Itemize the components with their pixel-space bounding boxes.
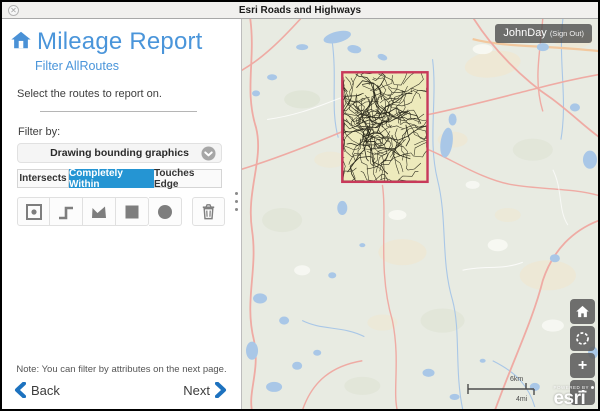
home-button[interactable] bbox=[570, 299, 595, 324]
user-name: JohnDay bbox=[503, 27, 546, 39]
polyline-icon bbox=[56, 202, 76, 222]
map-canvas[interactable] bbox=[242, 19, 598, 409]
draw-polyline-tool[interactable] bbox=[50, 197, 83, 226]
draw-circle-tool[interactable] bbox=[149, 197, 182, 226]
draw-rectangle-tool[interactable] bbox=[116, 197, 149, 226]
window-title: Esri Roads and Highways bbox=[2, 5, 598, 16]
circle-icon bbox=[155, 202, 175, 222]
tab-touches-edge[interactable]: Touches Edge bbox=[154, 169, 222, 188]
title-bar: ✕ Esri Roads and Highways bbox=[2, 2, 598, 19]
trash-icon bbox=[199, 202, 218, 221]
next-button[interactable]: Next bbox=[183, 382, 227, 398]
dropdown-selected-value: Drawing bounding graphics bbox=[50, 147, 189, 159]
next-label: Next bbox=[183, 383, 210, 398]
draw-point-tool[interactable] bbox=[17, 197, 50, 226]
chevron-right-icon bbox=[215, 382, 227, 398]
tab-completely-within[interactable]: Completely Within bbox=[69, 169, 154, 188]
zoom-in-button[interactable]: + bbox=[570, 353, 595, 378]
mileage-report-panel: Mileage Report Filter AllRoutes Select t… bbox=[2, 19, 242, 409]
app-window: ✕ Esri Roads and Highways Mileage Report… bbox=[0, 0, 600, 411]
rectangle-icon bbox=[122, 202, 142, 222]
spatial-relation-tabs: Intersects Completely Within Touches Edg… bbox=[17, 169, 222, 188]
note-text: Note: You can filter by attributes on th… bbox=[2, 364, 241, 375]
home-map-icon bbox=[575, 304, 590, 319]
chevron-left-icon bbox=[14, 382, 26, 398]
locate-button[interactable] bbox=[570, 326, 595, 351]
clear-graphics-tool[interactable] bbox=[192, 197, 225, 226]
locate-icon bbox=[574, 330, 591, 347]
sign-out-label: (Sign Out) bbox=[550, 29, 584, 38]
tab-intersects[interactable]: Intersects bbox=[17, 169, 69, 188]
back-button[interactable]: Back bbox=[14, 382, 60, 398]
plus-icon: + bbox=[578, 357, 587, 375]
divider bbox=[40, 111, 197, 112]
map-container: JohnDay (Sign Out) bbox=[242, 19, 598, 409]
polygon-icon bbox=[89, 202, 109, 222]
back-label: Back bbox=[31, 383, 60, 398]
chevron-down-icon[interactable] bbox=[201, 146, 216, 166]
scale-mi-label: 4mi bbox=[516, 396, 528, 403]
instruction-text: Select the routes to report on. bbox=[17, 88, 241, 100]
draw-polygon-tool[interactable] bbox=[83, 197, 116, 226]
point-icon bbox=[24, 202, 44, 222]
filter-by-label: Filter by: bbox=[18, 126, 241, 138]
scale-bar: 6km 4mi bbox=[464, 371, 548, 403]
draw-toolbar bbox=[17, 197, 241, 226]
user-sign-out-button[interactable]: JohnDay (Sign Out) bbox=[495, 24, 592, 43]
home-icon bbox=[10, 29, 32, 56]
scale-km-label: 6km bbox=[510, 376, 523, 383]
esri-logo: POWERED BY esri bbox=[553, 386, 594, 409]
filter-method-dropdown[interactable]: Drawing bounding graphics bbox=[17, 143, 222, 163]
esri-brand-label: esri bbox=[553, 389, 594, 408]
page-subtitle: Filter AllRoutes bbox=[35, 59, 241, 73]
wizard-nav: Back Next bbox=[2, 382, 241, 409]
page-title: Mileage Report bbox=[37, 28, 203, 56]
close-icon[interactable]: ✕ bbox=[8, 5, 19, 16]
panel-resize-handle[interactable] bbox=[235, 192, 238, 211]
selection-rectangle[interactable] bbox=[342, 72, 427, 182]
